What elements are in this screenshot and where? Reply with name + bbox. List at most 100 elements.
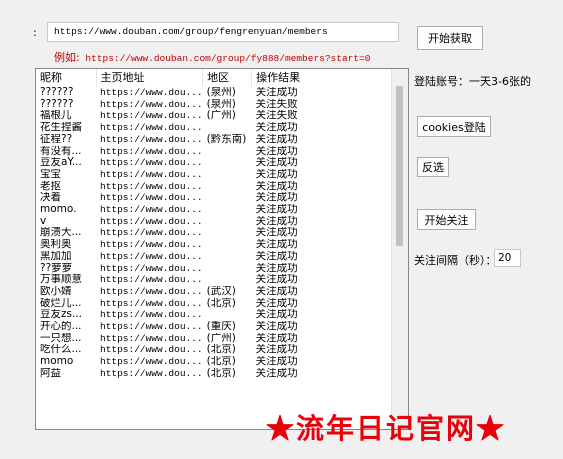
homepage-cell: https://www.dou... bbox=[100, 98, 203, 110]
homepage-cell: https://www.dou... bbox=[100, 204, 203, 216]
table-header-row: 昵称 主页地址 地区 操作结果 bbox=[36, 69, 399, 87]
start-follow-button[interactable]: 开始关注 bbox=[417, 209, 476, 230]
result-cell: 关注成功 bbox=[255, 133, 298, 145]
table-row[interactable]: 宝宝 https://www.dou... 关注成功 bbox=[36, 169, 398, 181]
region-cell: (武汉) bbox=[206, 285, 236, 297]
result-cell: 关注成功 bbox=[255, 87, 298, 98]
region-cell bbox=[203, 274, 252, 286]
result-cell: 关注成功 bbox=[255, 122, 298, 134]
table-row[interactable]: 有没有... https://www.dou... 关注成功 bbox=[36, 146, 398, 158]
result-cell: 关注成功 bbox=[255, 239, 298, 251]
result-cell: 关注成功 bbox=[255, 297, 298, 309]
result-cell: 关注成功 bbox=[255, 309, 298, 321]
nickname-cell: 破烂儿... bbox=[40, 297, 82, 309]
table-row[interactable]: momo https://www.dou... (北京) 关注成功 bbox=[36, 356, 398, 368]
nickname-cell: momo. bbox=[40, 204, 77, 216]
homepage-cell: https://www.dou... bbox=[100, 285, 203, 297]
fetch-button[interactable]: 开始获取 bbox=[417, 26, 483, 50]
homepage-cell: https://www.dou... bbox=[100, 157, 203, 169]
result-cell: 关注成功 bbox=[255, 262, 298, 274]
result-cell: 关注成功 bbox=[255, 274, 298, 286]
table-row[interactable]: 福根儿 https://www.dou... (广州) 关注失败 bbox=[36, 110, 398, 122]
table-row[interactable]: 崩溃大... https://www.dou... 关注成功 bbox=[36, 227, 398, 239]
region-cell: (泉州) bbox=[206, 87, 236, 98]
nickname-cell: 有没有... bbox=[40, 145, 82, 157]
table-row[interactable]: ?????? https://www.dou... (泉州) 关注失败 bbox=[36, 99, 398, 111]
homepage-cell: https://www.dou... bbox=[100, 87, 203, 98]
region-cell: (北京) bbox=[206, 367, 236, 379]
nickname-cell: momo bbox=[40, 356, 74, 368]
table-row[interactable]: 豆友zs... https://www.dou... 关注成功 bbox=[36, 309, 398, 321]
url-label: : bbox=[33, 26, 37, 39]
table-row[interactable]: 豆友aY... https://www.dou... 关注成功 bbox=[36, 157, 398, 169]
homepage-cell: https://www.dou... bbox=[100, 297, 203, 309]
example-label: 例如: bbox=[54, 51, 80, 64]
result-cell: 关注成功 bbox=[255, 227, 298, 239]
table-row[interactable]: ?????? https://www.dou... (泉州) 关注成功 bbox=[36, 87, 398, 99]
region-cell bbox=[203, 251, 252, 263]
nickname-cell: 欧小婧 bbox=[40, 285, 72, 297]
table-row[interactable]: 一只想... https://www.dou... (广州) 关注成功 bbox=[36, 333, 398, 345]
table-row[interactable]: 阿益 https://www.dou... (北京) 关注成功 bbox=[36, 368, 398, 380]
homepage-cell: https://www.dou... bbox=[100, 332, 203, 344]
region-cell: (北京) bbox=[206, 344, 236, 356]
interval-label: 关注间隔（秒）： bbox=[414, 254, 497, 267]
table-row[interactable]: 破烂儿... https://www.dou... (北京) 关注成功 bbox=[36, 298, 398, 310]
nickname-cell: 花生捏酱 bbox=[40, 122, 82, 134]
table-row[interactable]: v https://www.dou... 关注成功 bbox=[36, 216, 398, 228]
region-cell bbox=[203, 239, 252, 251]
nickname-cell: ?????? bbox=[40, 98, 74, 110]
region-cell: (广州) bbox=[206, 332, 236, 344]
region-cell bbox=[203, 181, 252, 193]
table-row[interactable]: 欧小婧 https://www.dou... (武汉) 关注成功 bbox=[36, 286, 398, 298]
region-cell: (广州) bbox=[206, 110, 236, 122]
result-cell: 关注成功 bbox=[255, 192, 298, 204]
interval-input[interactable]: 20 bbox=[494, 249, 521, 267]
nickname-cell: ??萝萝 bbox=[40, 262, 73, 274]
nickname-cell: 征程?? bbox=[40, 133, 73, 145]
table-row[interactable]: 开心的... https://www.dou... (重庆) 关注成功 bbox=[36, 321, 398, 333]
result-cell: 关注失败 bbox=[255, 98, 298, 110]
scroll-thumb[interactable] bbox=[396, 86, 403, 246]
table-scrollbar[interactable] bbox=[391, 69, 408, 429]
nickname-cell: 豆友aY... bbox=[40, 157, 82, 169]
homepage-cell: https://www.dou... bbox=[100, 227, 203, 239]
cookies-login-button[interactable]: cookies登陆 bbox=[417, 116, 491, 137]
nickname-cell: 豆友zs... bbox=[40, 309, 82, 321]
region-cell bbox=[203, 157, 252, 169]
result-cell: 关注成功 bbox=[255, 204, 298, 216]
column-header-result[interactable]: 操作结果 bbox=[251, 69, 399, 87]
homepage-cell: https://www.dou... bbox=[100, 262, 203, 274]
invert-selection-button[interactable]: 反选 bbox=[417, 157, 449, 177]
result-cell: 关注成功 bbox=[255, 321, 298, 333]
column-header-homepage[interactable]: 主页地址 bbox=[96, 69, 204, 87]
account-label: 登陆账号：一天3-6张的 bbox=[414, 75, 531, 88]
table-row[interactable]: 万事顺意 https://www.dou... 关注成功 bbox=[36, 274, 398, 286]
members-table[interactable]: 昵称 主页地址 地区 操作结果 ?????? https://www.dou...… bbox=[35, 68, 409, 430]
table-row[interactable]: 黑加加 https://www.dou... 关注成功 bbox=[36, 251, 398, 263]
table-row[interactable]: 决着 https://www.dou... 关注成功 bbox=[36, 192, 398, 204]
column-header-region[interactable]: 地区 bbox=[202, 69, 253, 87]
column-header-nickname[interactable]: 昵称 bbox=[36, 69, 97, 87]
nickname-cell: 一只想... bbox=[40, 332, 82, 344]
example-hint: 例如: https://www.douban.com/group/fy888/m… bbox=[54, 49, 370, 65]
result-cell: 关注成功 bbox=[255, 367, 298, 379]
result-cell: 关注成功 bbox=[255, 344, 298, 356]
result-cell: 关注成功 bbox=[255, 157, 298, 169]
table-row[interactable]: ??萝萝 https://www.dou... 关注成功 bbox=[36, 263, 398, 275]
table-row[interactable]: 老抠 https://www.dou... 关注成功 bbox=[36, 181, 398, 193]
nickname-cell: 老抠 bbox=[40, 180, 61, 192]
table-row[interactable]: momo. https://www.dou... 关注成功 bbox=[36, 204, 398, 216]
region-cell bbox=[203, 204, 252, 216]
table-row[interactable]: 吃什么... https://www.dou... (北京) 关注成功 bbox=[36, 344, 398, 356]
table-row[interactable]: 奥利奥 https://www.dou... 关注成功 bbox=[36, 239, 398, 251]
result-cell: 关注失败 bbox=[255, 110, 298, 122]
table-row[interactable]: 征程?? https://www.dou... (黔东南) 关注成功 bbox=[36, 134, 398, 146]
region-cell bbox=[203, 309, 252, 321]
homepage-cell: https://www.dou... bbox=[100, 367, 203, 379]
group-url-input[interactable]: https://www.douban.com/group/fengrenyuan… bbox=[47, 22, 399, 42]
example-url: https://www.douban.com/group/fy888/membe… bbox=[85, 53, 371, 64]
region-cell: (北京) bbox=[206, 356, 236, 368]
table-row[interactable]: 花生捏酱 https://www.dou... 关注成功 bbox=[36, 122, 398, 134]
homepage-cell: https://www.dou... bbox=[100, 239, 203, 251]
